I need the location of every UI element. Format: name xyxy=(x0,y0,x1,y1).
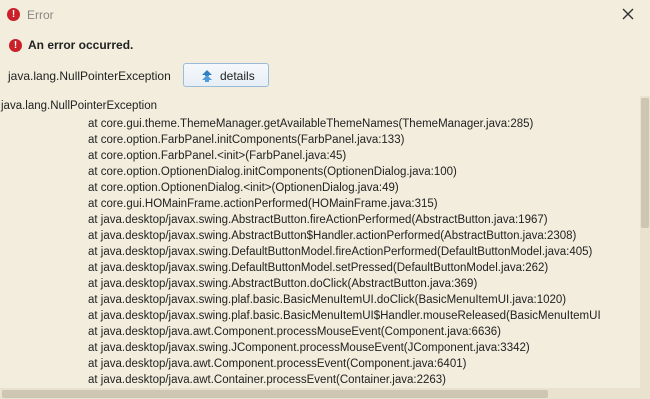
close-icon xyxy=(622,8,634,20)
stack-trace-header: java.lang.NullPointerException xyxy=(1,100,157,112)
horizontal-scrollbar-thumb[interactable] xyxy=(2,390,548,398)
stack-trace-line: at java.desktop/javax.swing.AbstractButt… xyxy=(88,230,577,242)
vertical-scrollbar-thumb[interactable] xyxy=(641,98,649,228)
collapse-up-icon xyxy=(202,70,212,82)
stack-trace-line: at java.desktop/javax.swing.DefaultButto… xyxy=(88,246,593,258)
stack-trace-lines: at core.gui.theme.ThemeManager.getAvaila… xyxy=(88,116,601,388)
error-heading: An error occurred. xyxy=(28,38,134,52)
stack-trace-line: at java.desktop/javax.swing.JComponent.p… xyxy=(88,342,530,354)
stack-trace-line: at core.option.FarbPanel.initComponents(… xyxy=(88,134,405,146)
error-icon: ! xyxy=(9,39,22,52)
stack-trace-line: at java.desktop/java.awt.Component.proce… xyxy=(88,358,467,370)
stack-trace-line: at core.gui.HOMainFrame.actionPerformed(… xyxy=(88,198,438,210)
stack-trace-line: at core.option.FarbPanel.<init>(FarbPane… xyxy=(88,150,347,162)
close-button[interactable] xyxy=(620,6,636,22)
error-icon: ! xyxy=(7,8,20,21)
stack-trace-line: at java.desktop/java.awt.Container.proce… xyxy=(88,374,446,386)
stack-trace-line: at core.option.OptionenDialog.<init>(Opt… xyxy=(88,182,399,194)
details-button-label: details xyxy=(220,69,255,83)
vertical-scrollbar[interactable] xyxy=(640,96,650,388)
details-button[interactable]: details xyxy=(183,63,269,87)
scrollbar-corner xyxy=(640,388,650,399)
stack-trace-line: at java.desktop/javax.swing.AbstractButt… xyxy=(88,214,548,226)
stack-trace-line: at java.desktop/java.awt.Component.proce… xyxy=(88,326,501,338)
stack-trace-line: at core.gui.theme.ThemeManager.getAvaila… xyxy=(88,118,534,130)
stack-trace-line: at java.desktop/javax.swing.DefaultButto… xyxy=(88,262,549,274)
stack-trace-line: at java.desktop/javax.swing.plaf.basic.B… xyxy=(88,310,601,322)
stack-trace-line: at core.option.OptionenDialog.initCompon… xyxy=(88,166,457,178)
horizontal-scrollbar[interactable] xyxy=(0,388,640,399)
stack-trace-line: at java.desktop/javax.swing.AbstractButt… xyxy=(88,278,478,290)
stack-trace-line: at java.desktop/javax.swing.plaf.basic.B… xyxy=(88,294,567,306)
title-bar: ! Error xyxy=(0,0,650,30)
window-title: Error xyxy=(27,8,54,22)
exception-name: java.lang.NullPointerException xyxy=(8,69,171,83)
stack-trace-panel[interactable]: java.lang.NullPointerException at core.g… xyxy=(0,96,640,388)
